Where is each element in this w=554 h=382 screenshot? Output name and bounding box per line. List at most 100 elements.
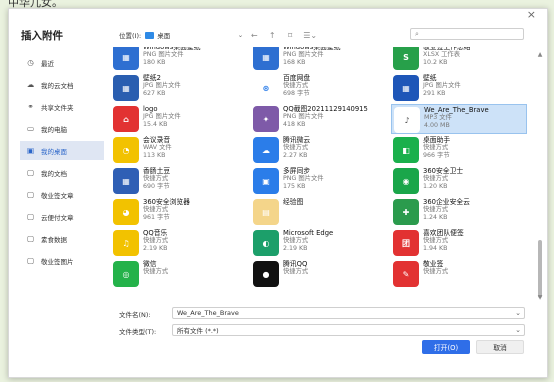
file-size: 2.27 KB: [283, 152, 308, 159]
file-thumbnail-icon: ▦: [113, 168, 139, 194]
file-name: 敬业签: [423, 260, 444, 268]
location-select[interactable]: 桌面 ⌄: [145, 29, 243, 41]
file-name: 多屏同步: [283, 167, 311, 175]
file-thumbnail-icon: ✦: [253, 106, 279, 132]
folder-icon: ▢: [26, 256, 35, 265]
file-item[interactable]: ⌂ logo JPG 图片文件 15.4 KB: [111, 104, 247, 134]
file-name: 壁纸2: [143, 74, 161, 82]
file-item[interactable]: 团喜欢团队便签 快捷方式 1.94 KB: [391, 228, 527, 258]
file-thumbnail-icon: ◧: [393, 137, 419, 163]
file-type: 快捷方式: [423, 175, 449, 182]
chevron-down-icon[interactable]: ⌄: [515, 309, 521, 317]
file-name: 360企业安全云: [423, 198, 470, 206]
file-item[interactable]: ▣ 多屏同步 PNG 图片文件 175 KB: [251, 166, 387, 196]
file-item[interactable]: ✚ 360企业安全云 快捷方式 1.24 KB: [391, 197, 527, 227]
file-item[interactable]: ✎ 敬业签 快捷方式: [391, 259, 527, 289]
view-mode-icon[interactable]: ☰⌄: [301, 31, 319, 40]
open-button[interactable]: 打开(O): [422, 340, 470, 354]
file-thumbnail-icon: ✚: [393, 199, 419, 225]
sidebar-item[interactable]: ▢ 敬业签文章: [20, 185, 104, 204]
filetype-value: 所有文件 (*.*): [177, 327, 219, 335]
file-item[interactable]: ♪ We_Are_The_Brave MP3 文件 4.00 MB: [391, 104, 527, 134]
file-thumbnail-icon: ♫: [113, 230, 139, 256]
file-item[interactable]: ◉ 360安全卫士 快捷方式 1.20 KB: [391, 166, 527, 196]
file-type: PNG 图片文件: [283, 113, 324, 120]
scrollbar-thumb[interactable]: [538, 240, 542, 298]
file-item[interactable]: ▦ 壁纸2 JPG 图片文件 627 KB: [111, 73, 247, 103]
file-item[interactable]: ◎ 微信 快捷方式: [111, 259, 247, 289]
sidebar-item[interactable]: ▢ 敬业签图片: [20, 251, 104, 270]
sidebar-item[interactable]: ▣ 我的桌面: [20, 141, 104, 160]
file-item[interactable]: S 敬业签工作总结 XLSX 工作表 10.2 KB: [391, 47, 527, 72]
file-name: QQ音乐: [143, 229, 168, 237]
file-thumbnail-icon: ▤: [253, 199, 279, 225]
file-size: 966 字节: [423, 152, 450, 159]
file-type: 快捷方式: [423, 206, 449, 213]
file-thumbnail-icon: ▣: [253, 168, 279, 194]
file-size: 1.20 KB: [423, 183, 448, 190]
file-grid: ▦ Windows桌面壁纸 PNG 图片文件 180 KB ▦ Windows桌面壁纸 PN…: [109, 47, 533, 297]
file-name: logo: [143, 105, 158, 113]
file-name: 会议录音: [143, 136, 171, 144]
sidebar-item[interactable]: ▢ 素食数据: [20, 229, 104, 248]
file-size: 15.4 KB: [143, 121, 168, 128]
file-thumbnail-icon: ✎: [393, 261, 419, 287]
file-item[interactable]: ● 腾讯QQ 快捷方式: [251, 259, 387, 289]
file-thumbnail-icon: ◔: [113, 137, 139, 163]
file-item[interactable]: ☁ 腾讯微云 快捷方式 2.27 KB: [251, 135, 387, 165]
file-item[interactable]: ✦ QQ截图20211129140915 PNG 图片文件 418 KB: [251, 104, 387, 134]
file-name: 香肠土豆: [143, 167, 171, 175]
sidebar-item[interactable]: ▢ 云便付文章: [20, 207, 104, 226]
file-size: 2.19 KB: [283, 245, 308, 252]
folder-icon: ▢: [26, 234, 35, 243]
sidebar-item[interactable]: ☁ 我的云文档: [20, 75, 104, 94]
file-item[interactable]: ▦ 香肠土豆 快捷方式 690 字节: [111, 166, 247, 196]
file-type: PNG 图片文件: [283, 175, 324, 182]
file-item[interactable]: ◧ 桌面助手 快捷方式 966 字节: [391, 135, 527, 165]
sidebar-item[interactable]: ◷ 最近: [20, 53, 104, 72]
file-size: 175 KB: [283, 183, 306, 190]
file-size: 4.00 MB: [424, 122, 450, 129]
back-icon[interactable]: ←: [247, 31, 261, 40]
file-thumbnail-icon: ⊛: [253, 75, 279, 101]
file-item[interactable]: ▦ 壁纸 JPG 图片文件 291 KB: [391, 73, 527, 103]
file-type: JPG 图片文件: [143, 82, 181, 89]
insert-attachment-dialog: × 插入附件 ◷ 最近 ☁ 我的云文档 ⚭ 共享文件夹 ▭ 我的电脑 ▣ 我的桌面 ▢ 我的文档 ▢ 敬业…: [8, 8, 548, 378]
file-thumbnail-icon: ◉: [393, 168, 419, 194]
file-type: 快捷方式: [283, 144, 309, 151]
file-size: 113 KB: [143, 152, 166, 159]
file-size: 1.94 KB: [423, 245, 448, 252]
new-folder-icon[interactable]: ⌑: [283, 31, 297, 40]
file-name: 桌面助手: [423, 136, 451, 144]
up-folder-icon[interactable]: ↑: [265, 31, 279, 40]
cancel-button[interactable]: 取消: [476, 340, 524, 354]
file-type: JPG 图片文件: [143, 113, 181, 120]
file-item[interactable]: ▤ 经验图: [251, 197, 387, 227]
file-item[interactable]: ▦ Windows桌面壁纸 PNG 图片文件 180 KB: [111, 47, 247, 72]
filename-field[interactable]: We_Are_The_Brave ⌄: [172, 307, 525, 319]
file-item[interactable]: ▦ Windows桌面壁纸 PNG 图片文件 168 KB: [251, 47, 387, 72]
file-thumbnail-icon: ⌂: [113, 106, 139, 132]
file-size: 1.24 KB: [423, 214, 448, 221]
file-item[interactable]: ◐ Microsoft Edge 快捷方式 2.19 KB: [251, 228, 387, 258]
file-item[interactable]: ◕ 360安全浏览器 快捷方式 961 字节: [111, 197, 247, 227]
file-item[interactable]: ⊛ 百度网盘 快捷方式 698 字节: [251, 73, 387, 103]
sidebar-item[interactable]: ▢ 我的文档: [20, 163, 104, 182]
chevron-down-icon[interactable]: ⌄: [515, 326, 521, 334]
sidebar-item[interactable]: ▭ 我的电脑: [20, 119, 104, 138]
scroll-up-icon[interactable]: ▲: [536, 51, 544, 58]
sidebar-item[interactable]: ⚭ 共享文件夹: [20, 97, 104, 116]
file-thumbnail-icon: ♪: [394, 107, 420, 133]
file-type: 快捷方式: [283, 82, 309, 89]
file-name: 腾讯微云: [283, 136, 311, 144]
search-input[interactable]: ⌕: [410, 28, 524, 40]
scroll-down-icon[interactable]: ▼: [536, 294, 544, 301]
file-size: 627 KB: [143, 90, 166, 97]
filetype-select[interactable]: 所有文件 (*.*) ⌄: [172, 324, 525, 336]
sidebar-item-label: 最近: [41, 59, 54, 68]
scrollbar[interactable]: ▲ ▼: [536, 47, 544, 301]
file-item[interactable]: ◔ 会议录音 WAV 文件 113 KB: [111, 135, 247, 165]
close-icon[interactable]: ×: [527, 8, 536, 21]
file-item[interactable]: ♫ QQ音乐 快捷方式 2.19 KB: [111, 228, 247, 258]
file-name: 喜欢团队便签: [423, 229, 464, 237]
